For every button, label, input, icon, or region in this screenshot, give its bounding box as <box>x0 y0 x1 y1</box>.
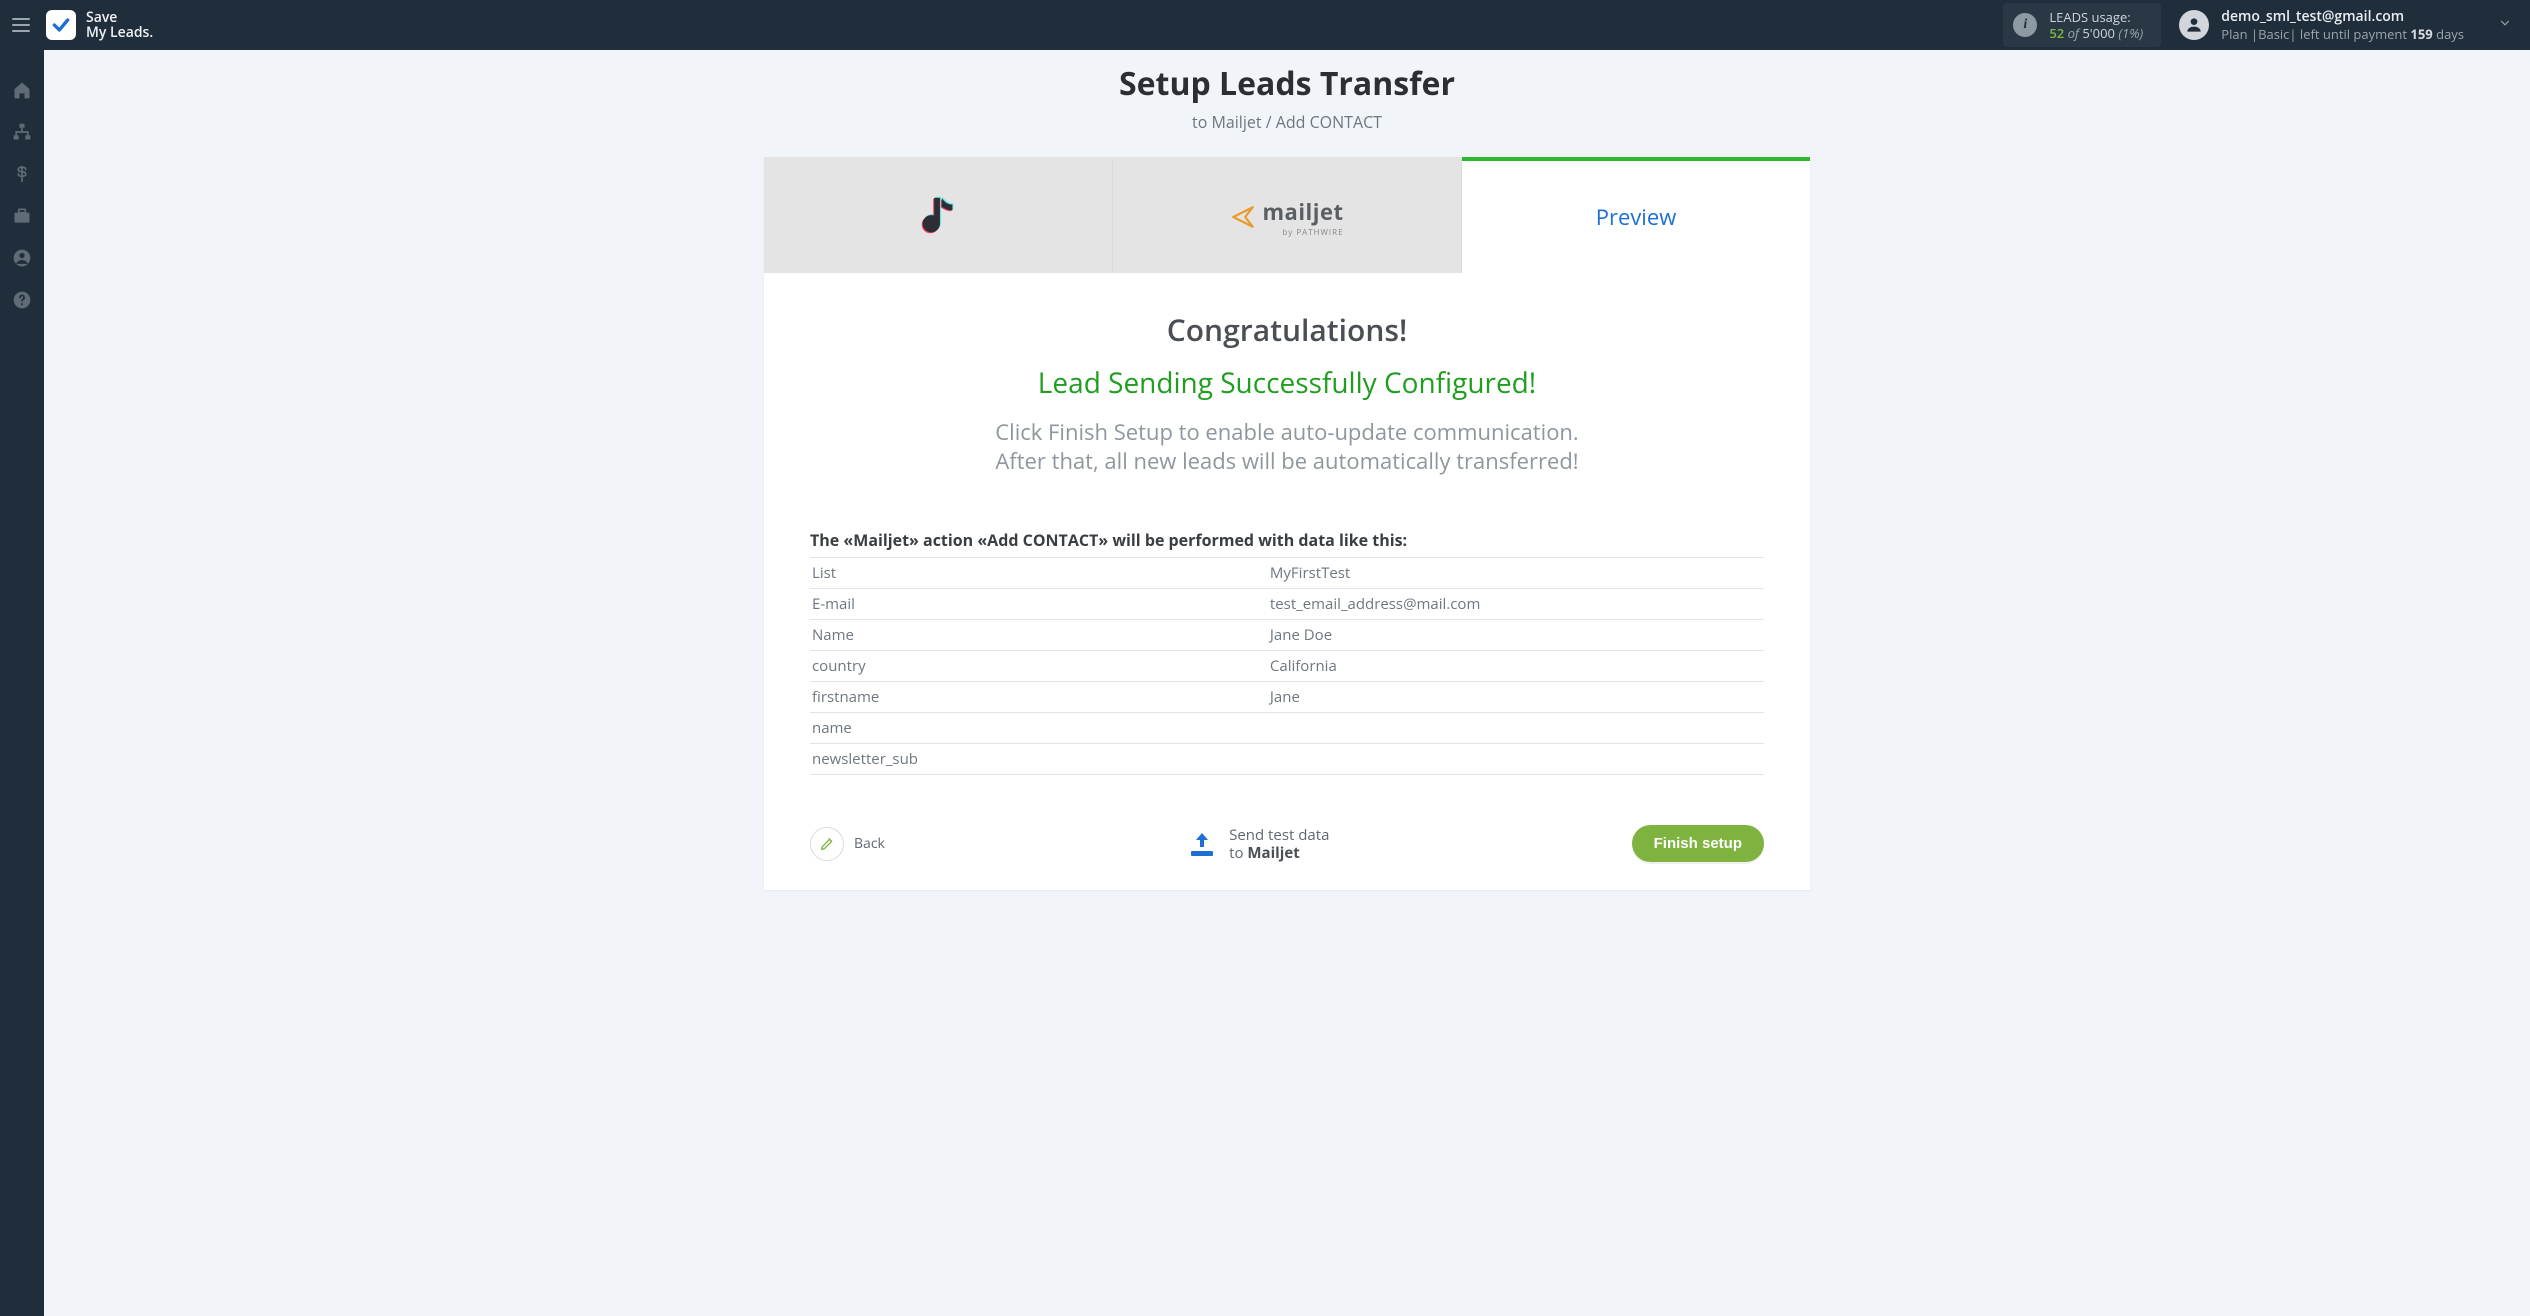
table-value: MyFirstTest <box>1268 558 1764 589</box>
check-icon <box>51 15 71 35</box>
user-circle-icon <box>12 248 32 268</box>
chevron-down-icon <box>2498 16 2512 35</box>
step-source[interactable] <box>764 157 1113 273</box>
page-subtitle: to Mailjet / Add CONTACT <box>44 111 2530 133</box>
send-test-button[interactable]: Send test data to Mailjet <box>1187 826 1329 862</box>
wizard-footer: Back Send test data to Mailjet Finish se… <box>764 785 1810 890</box>
leads-usage[interactable]: i LEADS usage: 52 of 5'000 (1%) <box>2003 3 2161 48</box>
table-row: newsletter_sub <box>810 744 1764 775</box>
table-value <box>1268 744 1764 775</box>
user-menu[interactable]: demo_sml_test@gmail.com Plan |Basic| lef… <box>2179 8 2512 42</box>
leads-pct: (1%) <box>2118 24 2143 42</box>
finish-setup-button[interactable]: Finish setup <box>1632 825 1764 862</box>
user-plan: Plan |Basic| left until payment 159 days <box>2221 26 2464 42</box>
tiktok-icon <box>915 191 961 243</box>
table-row: ListMyFirstTest <box>810 558 1764 589</box>
send-test-label: Send test data to Mailjet <box>1229 826 1329 862</box>
table-key: country <box>810 651 1268 682</box>
mailjet-wordmark: mailjet <box>1262 197 1343 227</box>
congrats-block: Congratulations! Lead Sending Successful… <box>810 309 1764 475</box>
avatar <box>2179 10 2209 40</box>
step-preview-label: Preview <box>1596 202 1677 232</box>
sitemap-icon <box>12 122 32 142</box>
sidebar-account[interactable] <box>10 246 34 270</box>
back-button[interactable]: Back <box>810 827 885 861</box>
step-preview[interactable]: Preview <box>1462 157 1810 273</box>
sidebar-billing[interactable] <box>10 162 34 186</box>
congrats-copy: Click Finish Setup to enable auto-update… <box>810 418 1764 475</box>
table-row: firstnameJane <box>810 682 1764 713</box>
table-key: firstname <box>810 682 1268 713</box>
table-key: E-mail <box>810 589 1268 620</box>
wizard-content: Congratulations! Lead Sending Successful… <box>764 273 1810 785</box>
congrats-heading: Congratulations! <box>810 309 1764 350</box>
page-header: Setup Leads Transfer to Mailjet / Add CO… <box>44 58 2530 133</box>
page-title: Setup Leads Transfer <box>44 62 2530 105</box>
table-key: newsletter_sub <box>810 744 1268 775</box>
wizard-card: mailjet by PATHWIRE Preview Congratulati… <box>764 157 1810 890</box>
table-value <box>1268 713 1764 744</box>
table-row: E-mailtest_email_address@mail.com <box>810 589 1764 620</box>
congrats-success: Lead Sending Successfully Configured! <box>810 364 1764 402</box>
table-value: California <box>1268 651 1764 682</box>
preview-table-block: The «Mailjet» action «Add CONTACT» will … <box>810 529 1764 775</box>
sidebar-connections[interactable] <box>10 120 34 144</box>
topbar: Save My Leads. i LEADS usage: 52 of 5'00… <box>0 0 2530 50</box>
table-key: Name <box>810 620 1268 651</box>
menu-toggle[interactable] <box>12 14 34 36</box>
table-key: List <box>810 558 1268 589</box>
user-info: demo_sml_test@gmail.com Plan |Basic| lef… <box>2221 8 2464 42</box>
sidebar-briefcase[interactable] <box>10 204 34 228</box>
home-icon <box>12 80 32 100</box>
info-icon: i <box>2013 13 2037 37</box>
sidebar <box>0 50 44 1316</box>
sidebar-help[interactable] <box>10 288 34 312</box>
leads-usage-label: LEADS usage: <box>2049 9 2143 25</box>
table-value: Jane Doe <box>1268 620 1764 651</box>
back-icon-circle <box>810 827 844 861</box>
leads-usage-text: LEADS usage: 52 of 5'000 (1%) <box>2049 9 2143 42</box>
preview-table-caption: The «Mailjet» action «Add CONTACT» will … <box>810 529 1764 551</box>
user-icon <box>2184 15 2204 35</box>
table-row: NameJane Doe <box>810 620 1764 651</box>
mailjet-byline: by PATHWIRE <box>1262 227 1343 238</box>
mailjet-icon <box>1230 204 1256 230</box>
upload-icon <box>1187 831 1217 857</box>
table-row: name <box>810 713 1764 744</box>
brand-name: Save My Leads. <box>86 10 153 41</box>
wizard-steps: mailjet by PATHWIRE Preview <box>764 157 1810 273</box>
leads-used: 52 <box>2049 24 2064 42</box>
leads-total: 5'000 <box>2082 24 2115 42</box>
user-email: demo_sml_test@gmail.com <box>2221 8 2464 26</box>
step-destination[interactable]: mailjet by PATHWIRE <box>1113 157 1462 273</box>
sidebar-home[interactable] <box>10 78 34 102</box>
table-row: countryCalifornia <box>810 651 1764 682</box>
dollar-icon <box>13 165 31 183</box>
table-key: name <box>810 713 1268 744</box>
back-label: Back <box>854 834 885 853</box>
table-value: test_email_address@mail.com <box>1268 589 1764 620</box>
briefcase-icon <box>12 206 32 226</box>
brand-line2: My Leads. <box>86 25 153 40</box>
table-value: Jane <box>1268 682 1764 713</box>
pencil-icon <box>819 836 835 852</box>
preview-table: ListMyFirstTestE-mailtest_email_address@… <box>810 557 1764 775</box>
help-icon <box>12 290 32 310</box>
page: Setup Leads Transfer to Mailjet / Add CO… <box>44 50 2530 930</box>
brand-logo[interactable] <box>46 10 76 40</box>
